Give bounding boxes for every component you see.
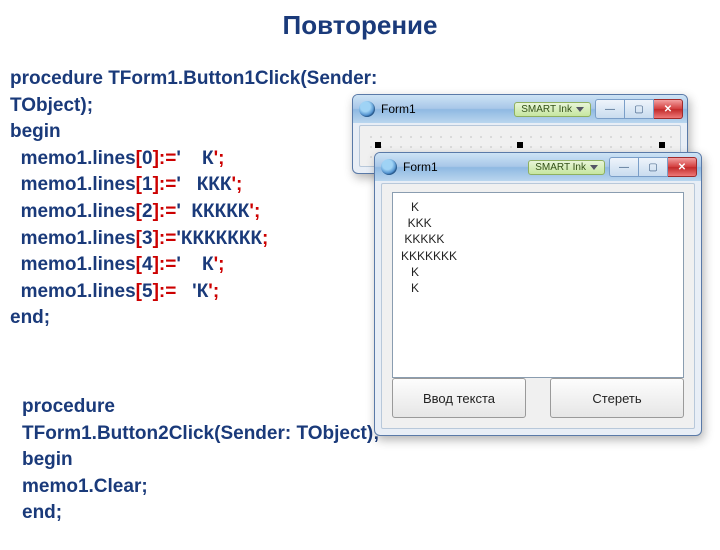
input-text-button[interactable]: Ввод текста (392, 378, 526, 418)
window-title: Form1 (403, 160, 438, 174)
smart-ink-badge[interactable]: SMART Ink (528, 160, 605, 175)
code-line: end; (10, 307, 50, 328)
resize-handle[interactable] (659, 142, 665, 148)
chevron-down-icon (590, 165, 598, 170)
code-line: memo1.Clear; (22, 474, 502, 501)
client-area: K KKK KKKKK KKKKKKK K K Ввод текста Стер… (381, 183, 695, 429)
code-line: begin (10, 121, 61, 142)
memo-output[interactable]: K KKK KKKKK KKKKKKK K K (392, 192, 684, 378)
maximize-button[interactable]: ▢ (625, 99, 654, 119)
code-line: end; (22, 500, 502, 527)
app-icon (359, 101, 375, 117)
selected-control[interactable] (378, 140, 662, 150)
titlebar[interactable]: Form1 SMART Ink — ▢ ✕ (353, 95, 687, 123)
resize-handle[interactable] (375, 142, 381, 148)
code-line: procedure TForm1.Button1Click(Sender: (10, 68, 377, 89)
code-line: begin (22, 447, 502, 474)
titlebar[interactable]: Form1 SMART Ink — ▢ ✕ (375, 153, 701, 181)
minimize-button[interactable]: — (609, 157, 639, 177)
resize-handle[interactable] (517, 142, 523, 148)
minimize-button[interactable]: — (595, 99, 625, 119)
code-line: TObject); (10, 95, 93, 116)
smart-ink-badge[interactable]: SMART Ink (514, 102, 591, 117)
close-button[interactable]: ✕ (654, 99, 683, 119)
chevron-down-icon (576, 107, 584, 112)
close-button[interactable]: ✕ (668, 157, 697, 177)
window-title: Form1 (381, 102, 416, 116)
app-icon (381, 159, 397, 175)
slide-title: Повторение (0, 10, 720, 41)
erase-button[interactable]: Стереть (550, 378, 684, 418)
maximize-button[interactable]: ▢ (639, 157, 668, 177)
window-form1-run: Form1 SMART Ink — ▢ ✕ K KKK KKKKK KKKKKK… (374, 152, 702, 436)
